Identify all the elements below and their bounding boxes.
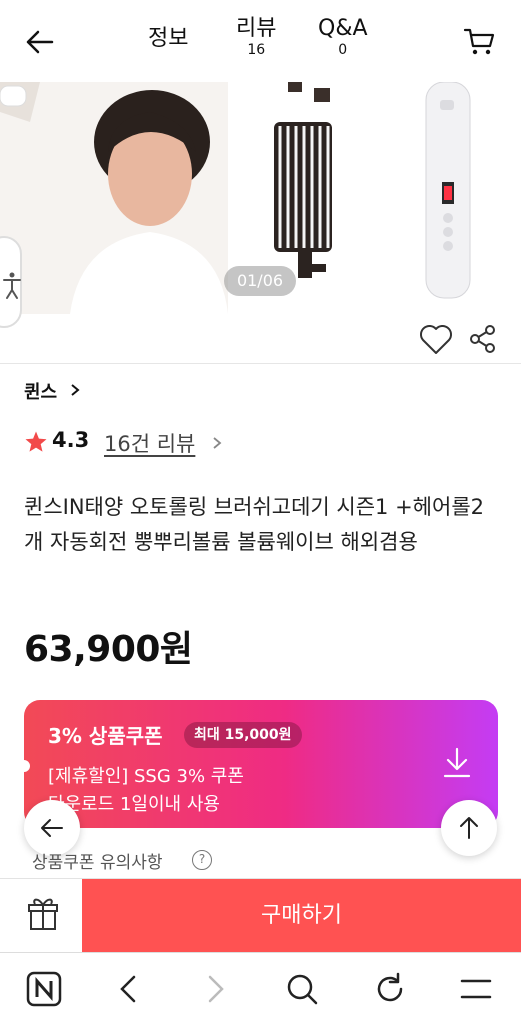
browser-search-button[interactable]	[282, 969, 322, 1009]
curling-iron-device-photo	[420, 82, 476, 302]
tab-qna[interactable]: Q&A 0	[318, 16, 368, 58]
arrow-up-icon	[460, 817, 478, 839]
product-title: 퀸스IN태양 오토롤링 브러쉬고데기 시즌1 +헤어롤2개 자동회전 뿡뿌리볼륨…	[24, 495, 484, 554]
coupon-max-badge: 최대 15,000원	[184, 722, 302, 748]
product-actions-row	[0, 314, 521, 364]
product-price: 63,900원	[24, 629, 193, 670]
browser-refresh-button[interactable]	[370, 969, 410, 1009]
tab-qna-label: Q&A	[318, 16, 368, 41]
chevron-right-icon	[213, 437, 222, 449]
back-chevron-icon	[120, 975, 136, 1003]
top-header: 정보 리뷰 16 Q&A 0	[0, 0, 521, 82]
browser-back-button[interactable]	[108, 969, 148, 1009]
coupon-banner[interactable]: 3% 상품쿠폰 최대 15,000원 [제휴할인] SSG 3% 쿠폰 다운로드…	[24, 700, 498, 828]
gift-icon	[28, 898, 58, 930]
cart-button[interactable]	[462, 26, 498, 58]
forward-chevron-icon	[208, 975, 224, 1003]
download-icon	[443, 747, 471, 778]
gift-button[interactable]	[0, 879, 82, 953]
browser-home-button[interactable]	[24, 969, 64, 1009]
share-button[interactable]	[468, 322, 498, 356]
browser-toolbar	[0, 952, 521, 1024]
product-model-photo	[0, 82, 228, 314]
rating-value: 4.3	[52, 428, 90, 452]
tab-info[interactable]: 정보	[148, 26, 188, 52]
coupon-notch	[18, 760, 30, 772]
heart-icon	[420, 325, 452, 354]
arrow-left-icon	[26, 30, 54, 54]
wishlist-button[interactable]	[418, 322, 454, 356]
tab-info-label: 정보	[148, 26, 189, 51]
cart-icon	[463, 28, 495, 55]
naver-home-icon	[26, 971, 62, 1007]
purchase-bar: 구매하기	[0, 878, 521, 953]
tab-review-label: 리뷰	[236, 16, 277, 41]
info-icon[interactable]: ?	[192, 850, 212, 870]
scroll-to-top-button[interactable]	[441, 800, 497, 856]
back-button[interactable]	[22, 24, 58, 60]
buy-button[interactable]: 구매하기	[82, 879, 521, 953]
review-count-link[interactable]: 16건 리뷰	[104, 428, 195, 458]
tab-review-count: 16	[247, 42, 266, 58]
coupon-notice-link[interactable]: 상품쿠폰 유의사항	[32, 848, 163, 873]
tab-review[interactable]: 리뷰 16	[236, 16, 276, 58]
coupon-description: [제휴할인] SSG 3% 쿠폰	[48, 766, 244, 787]
coupon-title: 3% 상품쿠폰	[48, 724, 163, 748]
product-image-gallery[interactable]: 01/06	[0, 82, 521, 314]
search-icon	[287, 974, 318, 1005]
menu-icon	[460, 979, 492, 999]
share-icon	[470, 325, 495, 353]
gallery-page-indicator: 01/06	[224, 266, 296, 296]
browser-forward-button[interactable]	[196, 969, 236, 1009]
chevron-right-icon	[71, 384, 80, 396]
brand-link[interactable]: 퀸스	[24, 378, 57, 404]
coupon-download-button[interactable]	[442, 746, 472, 780]
star-icon	[25, 431, 47, 452]
tab-qna-count: 0	[338, 42, 348, 58]
browser-menu-button[interactable]	[456, 969, 496, 1009]
refresh-icon	[377, 972, 403, 1002]
